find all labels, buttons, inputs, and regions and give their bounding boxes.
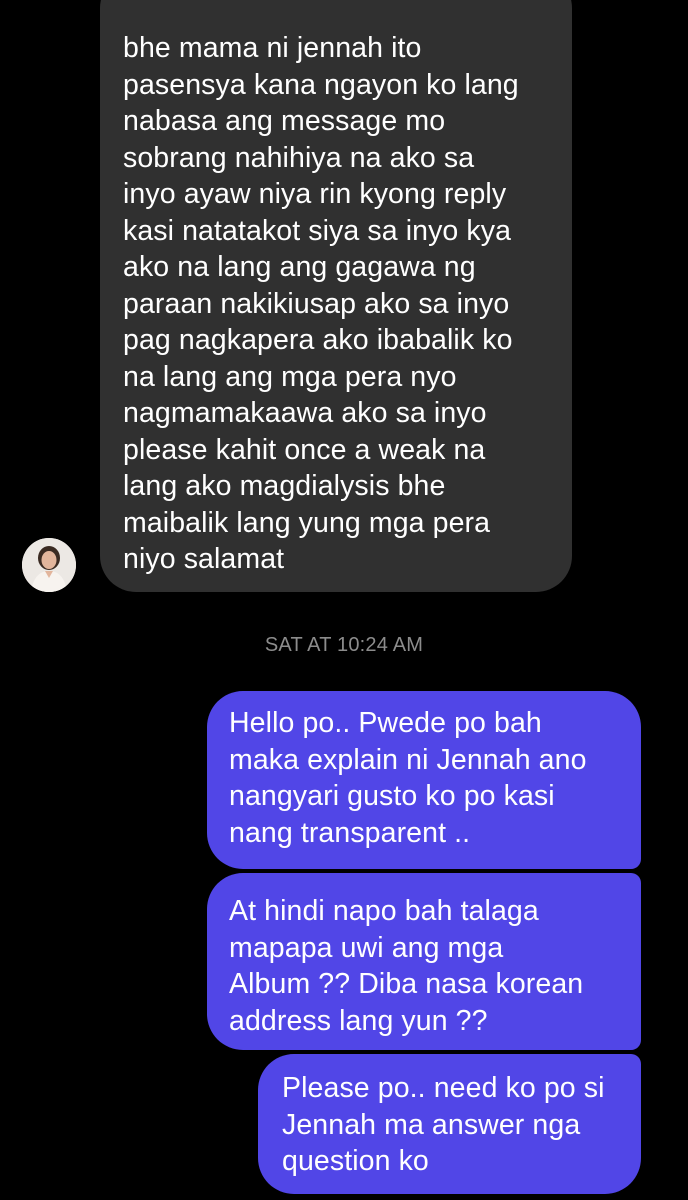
- sent-message-bubble[interactable]: At hindi napo bah talaga mapapa uwi ang …: [207, 873, 641, 1050]
- sent-message-bubble[interactable]: Hello po.. Pwede po bah maka explain ni …: [207, 691, 641, 869]
- received-message-bubble[interactable]: bhe mama ni jennah ito pasensya kana nga…: [100, 0, 572, 592]
- sent-message-bubble[interactable]: Please po.. need ko po si Jennah ma answ…: [258, 1054, 641, 1194]
- message-timestamp: SAT AT 10:24 AM: [264, 634, 424, 656]
- sender-avatar[interactable]: [22, 538, 76, 592]
- profile-photo-avatar-icon: [22, 538, 76, 592]
